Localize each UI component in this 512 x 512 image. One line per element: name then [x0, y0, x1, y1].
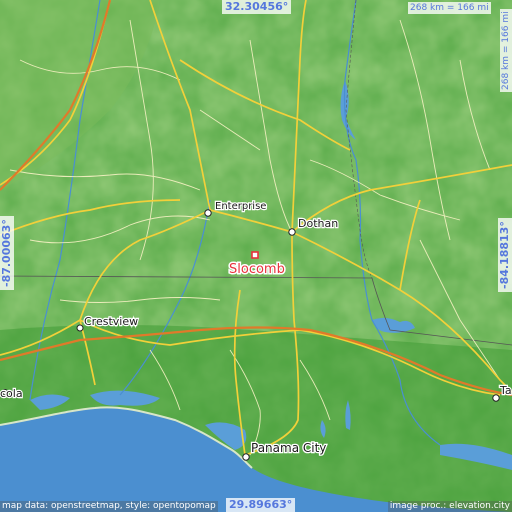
- panama-city-label: Panama City: [251, 441, 326, 455]
- enterprise-label: Enterprise: [215, 201, 266, 212]
- south-latitude-label: 29.89663°: [226, 498, 296, 512]
- dothan-label: Dothan: [298, 217, 338, 230]
- east-longitude-label: -84.18813°: [498, 218, 512, 292]
- enterprise-marker[interactable]: [204, 209, 212, 217]
- vertical-scale-label: 268 km = 166 mi: [500, 9, 512, 92]
- dothan-marker[interactable]: [288, 228, 296, 236]
- horizontal-scale-label: 268 km = 166 mi: [408, 2, 491, 14]
- crestview-label: Crestview: [84, 315, 138, 328]
- pensacola-label: cola: [0, 387, 23, 400]
- slocomb-label: Slocomb: [229, 262, 285, 277]
- map-data-attribution: map data: openstreetmap, style: opentopo…: [0, 501, 218, 512]
- panama-city-marker[interactable]: [242, 453, 250, 461]
- tallahassee-marker[interactable]: [492, 394, 500, 402]
- crestview-marker[interactable]: [76, 324, 84, 332]
- west-longitude-label: -87.00063°: [0, 216, 14, 290]
- slocomb-marker[interactable]: [251, 251, 259, 259]
- image-processing-attribution: image proc.: elevation.city: [387, 501, 512, 512]
- tallahassee-label: Ta: [499, 384, 512, 397]
- north-latitude-label: 32.30456°: [222, 0, 292, 14]
- map-canvas[interactable]: Enterprise Dothan Slocomb Crestview cola…: [0, 0, 512, 512]
